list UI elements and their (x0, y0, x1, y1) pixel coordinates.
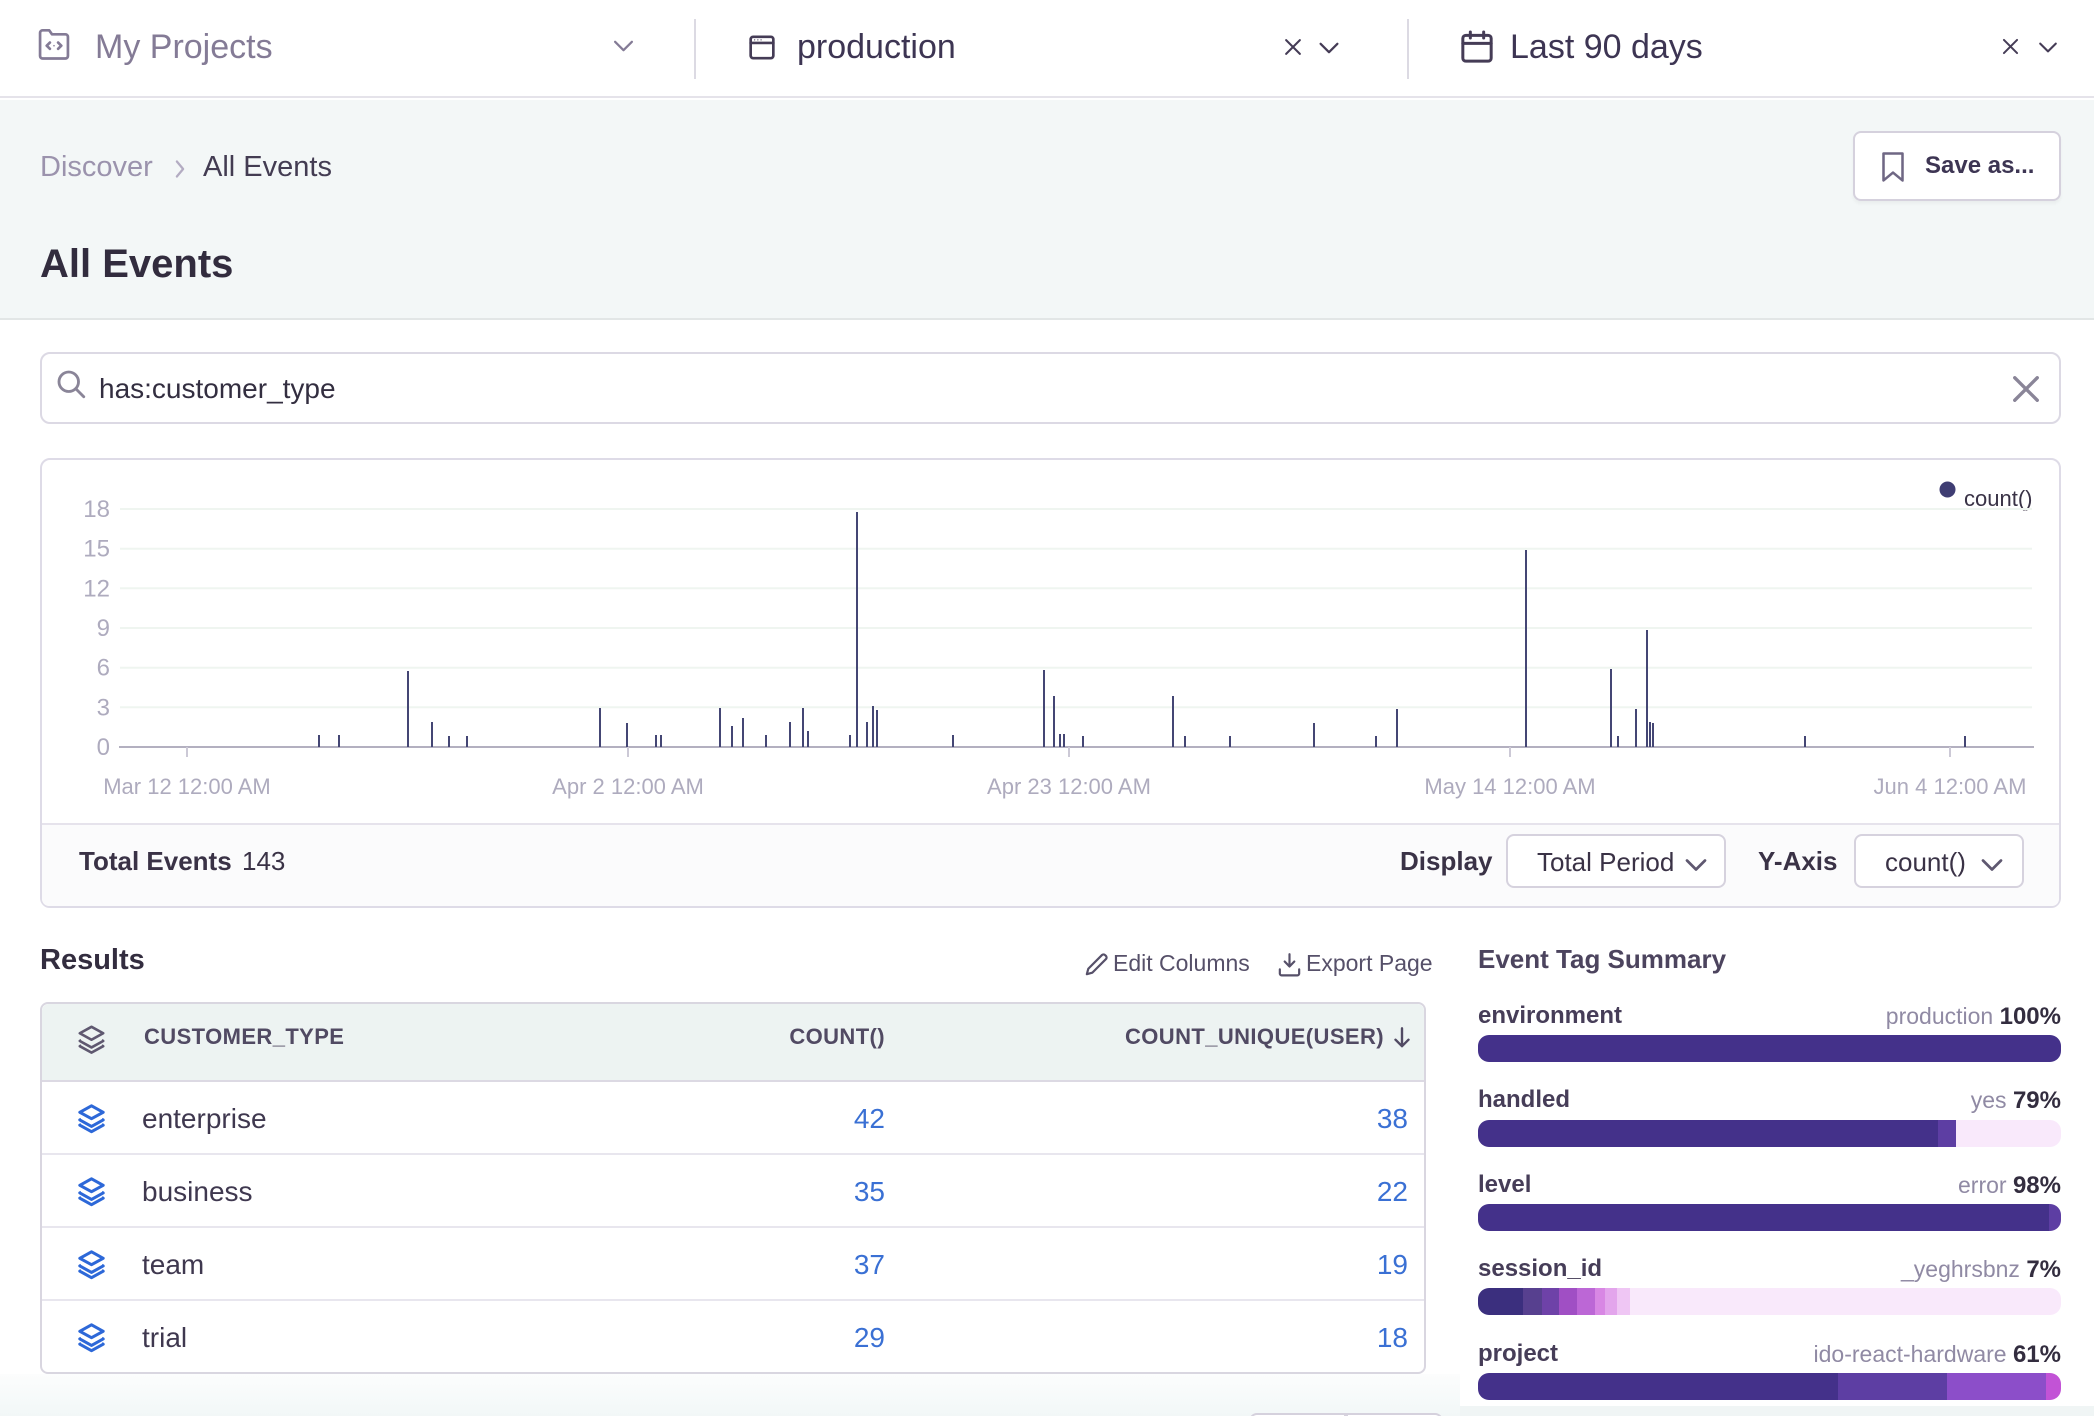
svg-text:12: 12 (83, 575, 110, 602)
svg-text:0: 0 (97, 734, 110, 761)
svg-text:Mar 12 12:00 AM: Mar 12 12:00 AM (103, 774, 271, 799)
svg-text:9: 9 (97, 615, 110, 642)
svg-text:May 14 12:00 AM: May 14 12:00 AM (1424, 774, 1595, 799)
svg-text:18: 18 (83, 496, 110, 523)
svg-text:Jun 4 12:00 AM: Jun 4 12:00 AM (1874, 774, 2027, 799)
svg-text:3: 3 (97, 694, 110, 721)
svg-text:6: 6 (97, 655, 110, 682)
svg-text:Apr 2 12:00 AM: Apr 2 12:00 AM (552, 774, 704, 799)
svg-text:Apr 23 12:00 AM: Apr 23 12:00 AM (987, 774, 1151, 799)
svg-text:15: 15 (83, 536, 110, 563)
